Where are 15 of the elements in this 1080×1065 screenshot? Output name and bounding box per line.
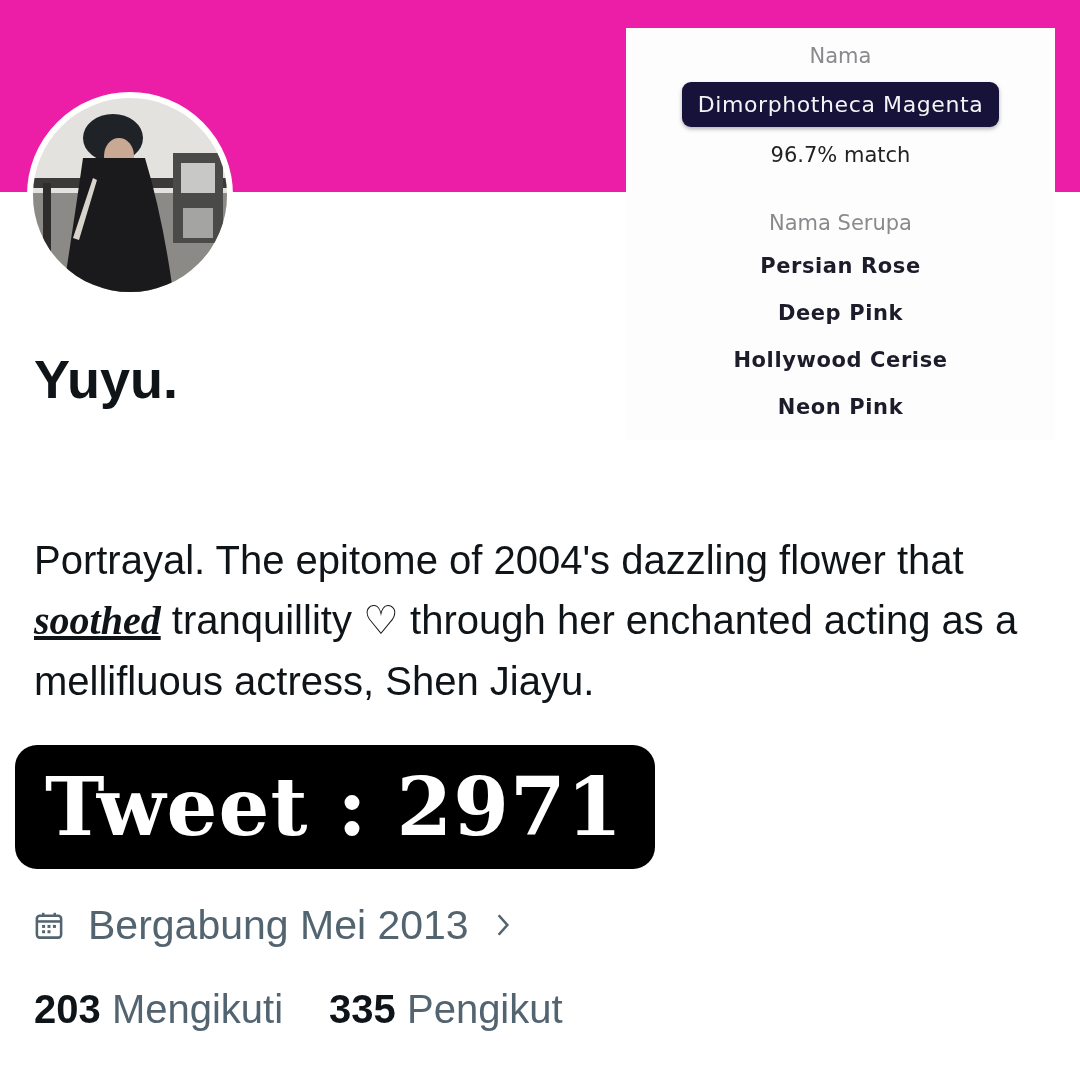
similar-color-name: Neon Pink [777, 394, 904, 421]
calendar-icon [34, 910, 64, 940]
following-count[interactable]: 203 Mengikuti [34, 985, 284, 1033]
join-date: Bergabung Mei 2013 [88, 901, 469, 949]
similar-color-name: Deep Pink [777, 300, 904, 327]
followers-count[interactable]: 335 Pengikut [329, 985, 563, 1033]
profile-name: Yuyu. [34, 348, 179, 411]
color-name: Dimorphotheca Magenta [681, 82, 1000, 127]
card-heading: Nama Serupa [769, 210, 912, 237]
match-percentage: 96.7% match [770, 142, 911, 169]
tweet-count-label: Tweet : 2971 [15, 745, 655, 869]
profile-bio: Portrayal. The epitome of 2004's dazzling flower that soothed tranquillity ♡ through her enchanted acting as a mellifluous actress, Shen Jiayu. [34, 537, 1019, 705]
card-heading: Nama [809, 43, 872, 70]
similar-color-name: Persian Rose [760, 253, 921, 280]
similar-color-name: Hollywood Cerise [733, 347, 948, 374]
